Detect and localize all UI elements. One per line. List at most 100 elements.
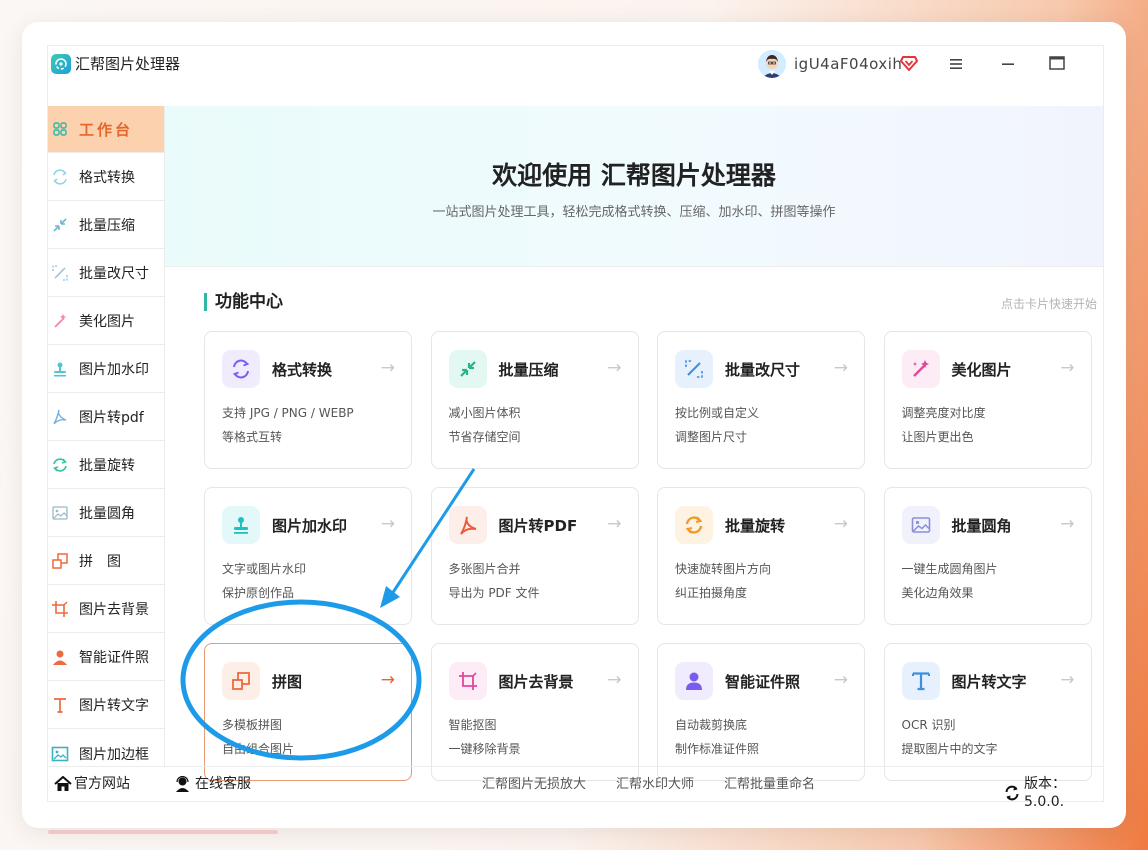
minimize-icon[interactable] bbox=[1000, 56, 1016, 70]
sidebar-item-label: 图片转pdf bbox=[79, 410, 144, 426]
section-hint: 点击卡片快速开始 bbox=[1000, 297, 1097, 311]
resize-icon bbox=[675, 350, 713, 388]
arrow-right-icon: → bbox=[833, 670, 848, 690]
rotate-icon bbox=[51, 456, 69, 474]
round-corner-icon bbox=[901, 506, 940, 544]
card-description: 文字或图片水印 bbox=[222, 562, 307, 576]
feature-card[interactable]: 美化图片 → 调整亮度对比度 让图片更出色 bbox=[883, 331, 1092, 469]
card-description: 一键移除背景 bbox=[448, 742, 521, 756]
arrow-right-icon: → bbox=[607, 514, 622, 534]
feature-card[interactable]: 批量圆角 → 一键生成圆角图片 美化边角效果 bbox=[883, 487, 1092, 625]
arrow-right-icon: → bbox=[607, 358, 622, 378]
card-description: 自动裁剪换底 bbox=[675, 718, 748, 732]
feature-card[interactable]: 批量压缩 → 减小图片体积 节省存储空间 bbox=[430, 331, 639, 469]
card-description: 多张图片合并 bbox=[448, 562, 521, 576]
app-window: 汇帮图片处理器 igU4aF04oxih 工作台 格式转换 批量压缩 批量改尺寸… bbox=[22, 22, 1126, 828]
support-agent-icon bbox=[174, 776, 191, 792]
round-corner-icon bbox=[51, 504, 69, 522]
sidebar-item-label: 智能证件照 bbox=[79, 650, 149, 666]
version-info[interactable]: 版本：5.0.0. bbox=[1004, 775, 1103, 811]
compress-icon bbox=[51, 216, 69, 234]
app-frame: 汇帮图片处理器 igU4aF04oxih 工作台 格式转换 批量压缩 批量改尺寸… bbox=[47, 45, 1104, 810]
sidebar-item-label: 批量圆角 bbox=[79, 506, 135, 522]
sidebar-item-compress[interactable]: 批量压缩 bbox=[48, 202, 164, 249]
banner-subtitle: 一站式图片处理工具，轻松完成格式转换、压缩、加水印、拼图等操作 bbox=[432, 205, 836, 220]
sidebar-item-convert[interactable]: 格式转换 bbox=[48, 154, 164, 201]
sidebar-item-round-corner[interactable]: 批量圆角 bbox=[48, 490, 164, 537]
card-description: 保护原创作品 bbox=[222, 586, 295, 600]
card-title: 批量圆角 bbox=[951, 517, 1012, 535]
feature-card[interactable]: 格式转换 → 支持 JPG / PNG / WEBP 等格式互转 bbox=[204, 331, 412, 469]
maximize-icon[interactable] bbox=[1048, 55, 1066, 71]
card-description: 节省存储空间 bbox=[448, 430, 521, 444]
sidebar-item-label: 图片加水印 bbox=[79, 362, 149, 378]
card-description: 一键生成圆角图片 bbox=[901, 562, 998, 576]
version-label: 版本：5.0.0. bbox=[1024, 776, 1066, 810]
section-accent-bar bbox=[204, 293, 207, 311]
collage-icon bbox=[222, 662, 260, 700]
footer-bar: 官方网站 在线客服 汇帮图片无损放大 汇帮水印大师 汇帮批量重命名 版本：5.0… bbox=[48, 766, 1103, 810]
sidebar-item-workbench[interactable]: 工作台 bbox=[48, 106, 164, 153]
card-description: 快速旋转图片方向 bbox=[675, 562, 772, 576]
avatar[interactable] bbox=[758, 50, 786, 78]
sidebar-item-label: 拼 图 bbox=[79, 554, 121, 570]
card-description: 智能抠图 bbox=[448, 718, 497, 732]
main-content: 欢迎使用 汇帮图片处理器 一站式图片处理工具，轻松完成格式转换、压缩、加水印、拼… bbox=[165, 106, 1103, 781]
card-description: 制作标准证件照 bbox=[675, 742, 760, 756]
card-title: 图片转PDF bbox=[498, 517, 578, 535]
feature-card[interactable]: 批量改尺寸 → 按比例或自定义 调整图片尺寸 bbox=[657, 331, 865, 469]
official-site-link[interactable]: 官方网站 bbox=[54, 775, 130, 793]
sidebar-item-collage[interactable]: 拼 图 bbox=[48, 538, 164, 585]
sidebar-item-ocr[interactable]: 图片转文字 bbox=[48, 682, 164, 729]
sidebar-item-label: 图片转文字 bbox=[79, 698, 149, 714]
card-description: 等格式互转 bbox=[222, 430, 283, 444]
sidebar-item-beautify[interactable]: 美化图片 bbox=[48, 298, 164, 345]
arrow-right-icon: → bbox=[833, 358, 848, 378]
compress-icon bbox=[448, 350, 487, 388]
username[interactable]: igU4aF04oxih bbox=[794, 54, 902, 74]
card-description: 让图片更出色 bbox=[901, 430, 974, 444]
card-title: 格式转换 bbox=[272, 361, 333, 379]
feature-card[interactable]: 批量旋转 → 快速旋转图片方向 纠正拍摄角度 bbox=[657, 487, 865, 625]
card-description: 美化边角效果 bbox=[901, 586, 974, 600]
sidebar-item-watermark[interactable]: 图片加水印 bbox=[48, 346, 164, 393]
card-description: 减小图片体积 bbox=[448, 406, 521, 420]
sidebar-item-id-photo[interactable]: 智能证件照 bbox=[48, 634, 164, 681]
feature-card[interactable]: 图片转文字 → OCR 识别 提取图片中的文字 bbox=[883, 643, 1092, 781]
feature-card[interactable]: 图片转PDF → 多张图片合并 导出为 PDF 文件 bbox=[430, 487, 639, 625]
online-service-link[interactable]: 在线客服 bbox=[174, 775, 251, 793]
footer-link-batch-rename[interactable]: 汇帮批量重命名 bbox=[724, 776, 815, 794]
beautify-icon bbox=[51, 312, 69, 330]
menu-icon[interactable] bbox=[948, 56, 964, 70]
card-title: 批量压缩 bbox=[498, 361, 559, 379]
card-title: 批量改尺寸 bbox=[725, 361, 801, 379]
feature-card[interactable]: 图片加水印 → 文字或图片水印 保护原创作品 bbox=[204, 487, 412, 625]
card-description: 提取图片中的文字 bbox=[901, 742, 998, 756]
pdf-icon bbox=[51, 408, 69, 426]
sidebar-item-resize[interactable]: 批量改尺寸 bbox=[48, 250, 164, 297]
feature-card[interactable]: 图片去背景 → 智能抠图 一键移除背景 bbox=[430, 643, 639, 781]
convert-icon bbox=[51, 168, 69, 186]
sidebar: 工作台 格式转换 批量压缩 批量改尺寸 美化图片 图片加水印 图片转pdf 批量… bbox=[48, 106, 165, 766]
card-title: 图片去背景 bbox=[498, 673, 574, 691]
sidebar-item-pdf[interactable]: 图片转pdf bbox=[48, 394, 164, 441]
text-icon bbox=[901, 662, 940, 700]
footer-link-watermark-master[interactable]: 汇帮水印大师 bbox=[616, 776, 694, 794]
footer-link-upscale[interactable]: 汇帮图片无损放大 bbox=[482, 776, 586, 794]
section-title: 功能中心 bbox=[215, 292, 283, 312]
vip-diamond-icon[interactable] bbox=[900, 55, 918, 71]
person-icon bbox=[675, 662, 713, 700]
feature-card[interactable]: 智能证件照 → 自动裁剪换底 制作标准证件照 bbox=[657, 643, 865, 781]
grid-icon bbox=[51, 120, 69, 138]
pdf-icon bbox=[448, 506, 487, 544]
sidebar-item-label: 工作台 bbox=[79, 120, 134, 139]
watermark-icon bbox=[222, 506, 260, 544]
watermark-icon bbox=[51, 360, 69, 378]
sidebar-item-rotate[interactable]: 批量旋转 bbox=[48, 442, 164, 489]
card-description: 多模板拼图 bbox=[222, 718, 283, 732]
sidebar-item-remove-bg[interactable]: 图片去背景 bbox=[48, 586, 164, 633]
feature-card[interactable]: 拼图 → 多模板拼图 自由组合图片 bbox=[204, 643, 412, 781]
collage-icon bbox=[51, 552, 69, 570]
card-description: 支持 JPG / PNG / WEBP bbox=[222, 406, 354, 420]
convert-icon bbox=[222, 350, 260, 388]
